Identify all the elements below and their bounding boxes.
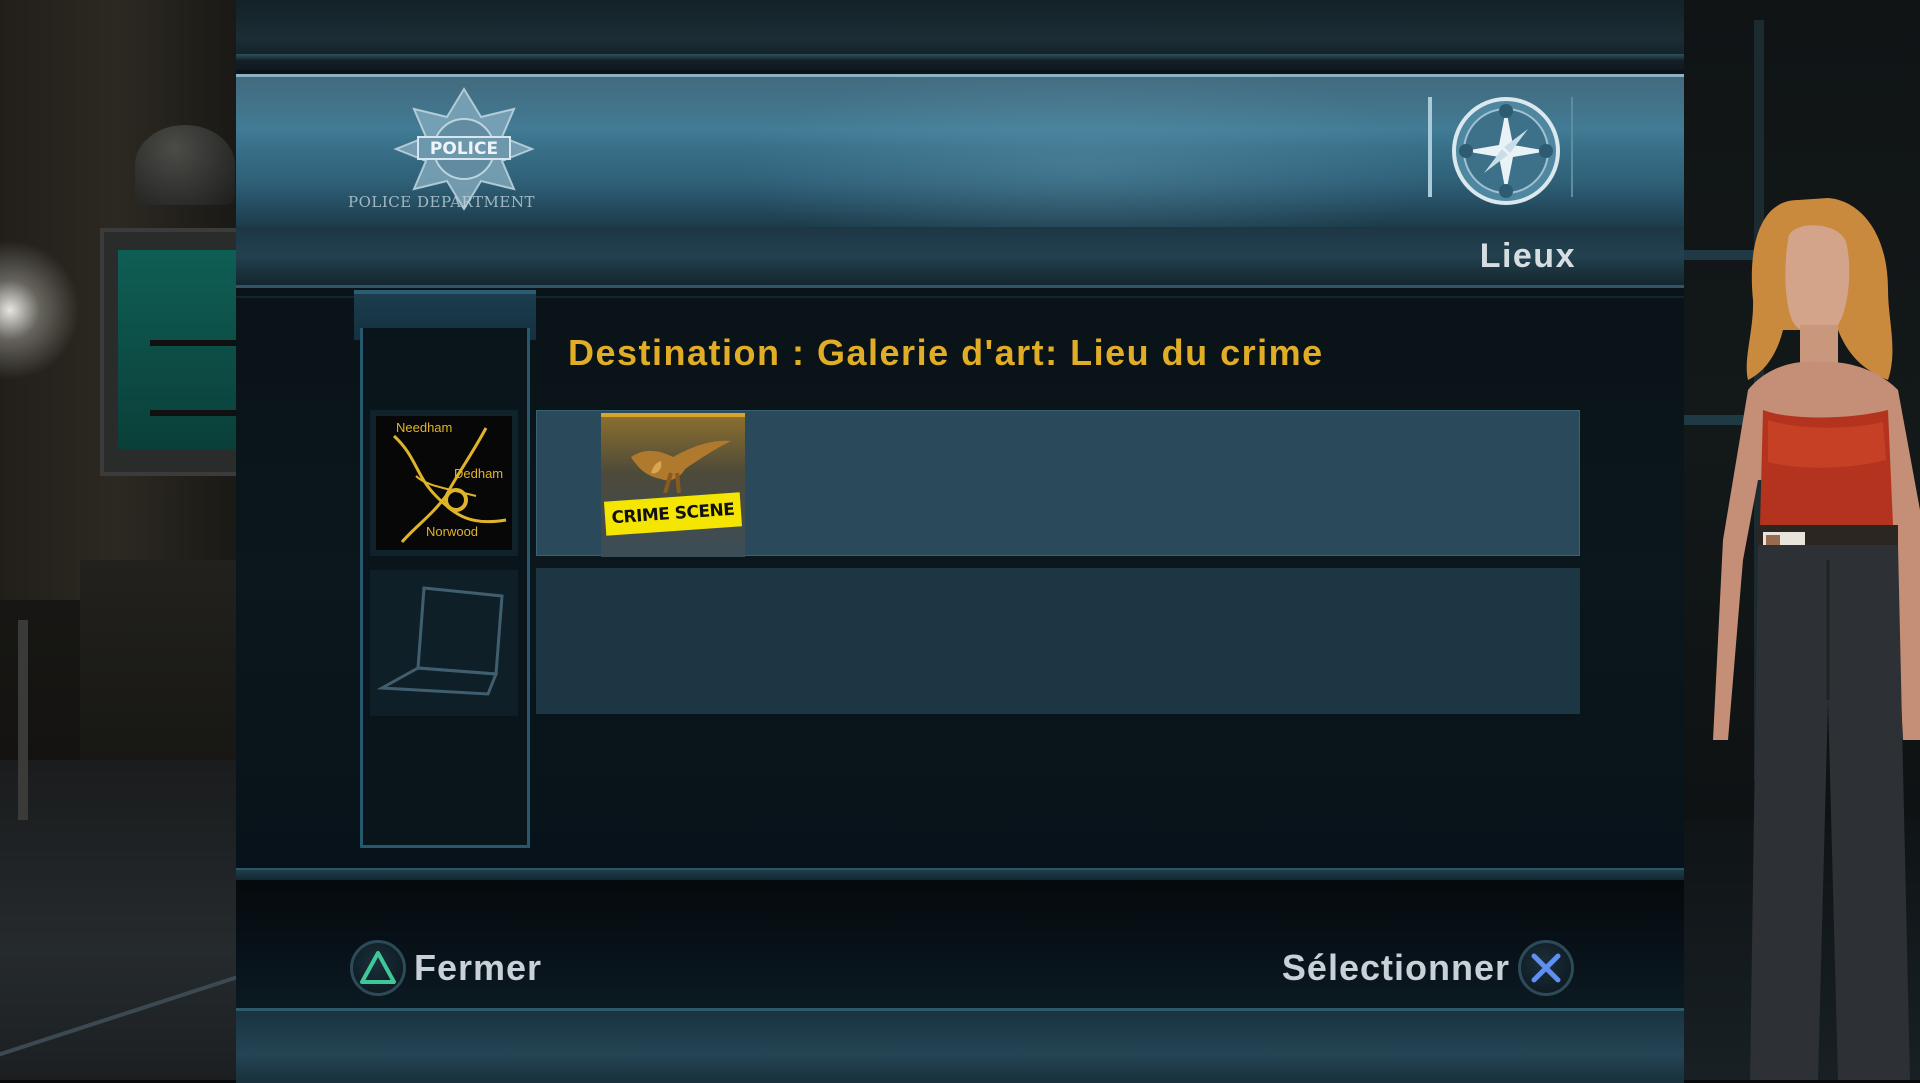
investigator-character — [1713, 198, 1920, 1080]
scene-screen — [118, 250, 236, 450]
destination-title: Destination : Galerie d'art: Lieu du cri… — [568, 332, 1324, 373]
scene-shelf — [150, 340, 236, 346]
location-menu-panel: POLICE POLICE DEPARTMENT Lieux Needham D… — [236, 0, 1684, 1083]
select-label: Sélectionner — [1281, 947, 1510, 988]
badge-caption: POLICE DEPARTMENT — [348, 193, 535, 211]
destination-slot-2[interactable] — [536, 568, 1580, 714]
scene-floor — [0, 760, 236, 1080]
header-divider — [1428, 97, 1432, 197]
badge-word: POLICE — [430, 139, 498, 159]
triangle-button-icon — [350, 940, 406, 996]
map-label-dedham: Dedham — [454, 466, 503, 481]
scene-background-left — [0, 0, 236, 1080]
scene-shelf — [150, 410, 236, 416]
header-map-watermark — [736, 77, 1436, 227]
map-label-norwood: Norwood — [426, 524, 478, 539]
header-divider — [1571, 97, 1573, 197]
content-area: Needham Dedham Norwood Destination : Gal… — [236, 288, 1684, 868]
laptop-icon — [376, 586, 504, 696]
bottom-frame — [236, 1008, 1684, 1083]
scene-lamp-pole — [18, 620, 28, 820]
select-button[interactable]: Sélectionner — [1282, 938, 1574, 998]
city-map-icon: Needham Dedham Norwood — [392, 420, 507, 543]
subheader-bar: Lieux — [236, 227, 1684, 288]
rail-item-city-map[interactable]: Needham Dedham Norwood — [370, 410, 518, 556]
section-title: Lieux — [1479, 237, 1576, 275]
destination-slot-1[interactable]: CRIME SCENE — [536, 410, 1580, 557]
map-label-needham: Needham — [396, 420, 452, 435]
top-frame-stripe — [236, 54, 1684, 60]
crime-scene-thumbnail: CRIME SCENE — [601, 413, 745, 557]
map-frame: Needham Dedham Norwood — [376, 416, 512, 550]
header-bar: POLICE POLICE DEPARTMENT — [236, 74, 1684, 230]
close-button[interactable]: Fermer — [350, 938, 542, 998]
rail-item-laptop[interactable] — [370, 570, 518, 716]
compass-icon[interactable] — [1450, 95, 1562, 207]
top-frame — [236, 0, 1684, 72]
scene-lamp-shade — [135, 125, 235, 205]
cross-button-icon — [1518, 940, 1574, 996]
close-label: Fermer — [414, 947, 543, 988]
